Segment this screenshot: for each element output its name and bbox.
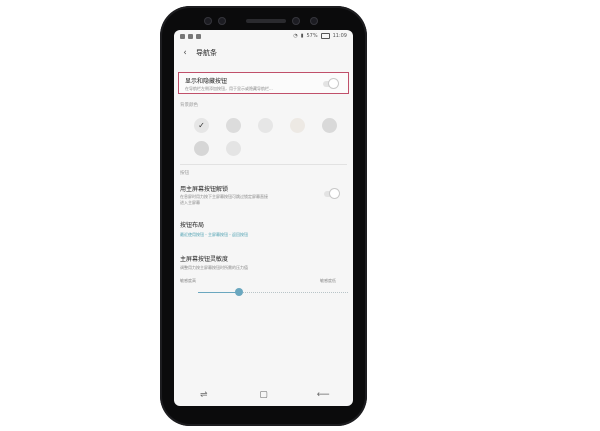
color-swatch[interactable] bbox=[226, 141, 241, 156]
toggle-knob bbox=[329, 79, 338, 88]
whatsapp-icon bbox=[180, 33, 185, 39]
iris-scanner-icon bbox=[310, 17, 318, 25]
image-icon bbox=[196, 33, 201, 39]
color-swatch[interactable] bbox=[322, 118, 337, 133]
section-divider bbox=[180, 164, 347, 165]
color-swatch[interactable] bbox=[258, 118, 273, 133]
sensor-icon bbox=[204, 17, 212, 25]
page-title: 导航条 bbox=[196, 49, 217, 57]
unlock-with-home-title: 用主屏幕按钮解锁 bbox=[180, 186, 229, 193]
phone-frame: ◔ ▮ 57% 11:09 ‹ 导航条 显示和隐藏按钮 在导航栏左侧添加按钮，用… bbox=[160, 6, 367, 426]
app-bar: ‹ 导航条 bbox=[174, 44, 353, 62]
phone-screen: ◔ ▮ 57% 11:09 ‹ 导航条 显示和隐藏按钮 在导航栏左侧添加按钮，用… bbox=[174, 30, 353, 406]
buttons-section-label: 按钮 bbox=[180, 171, 189, 176]
home-icon[interactable]: ▢ bbox=[253, 390, 273, 400]
sensitivity-slider-fill bbox=[198, 292, 239, 293]
front-camera-icon bbox=[292, 17, 300, 25]
button-layout-title: 按钮布局 bbox=[180, 222, 205, 229]
show-hide-buttons-title: 显示和隐藏按钮 bbox=[185, 78, 228, 85]
sensitivity-max-label: 敏感度低 bbox=[320, 278, 336, 283]
show-hide-buttons-subtitle: 在导航栏左侧添加按钮，用于显示或隐藏导航栏... bbox=[185, 86, 273, 91]
unlock-with-home-toggle[interactable] bbox=[324, 189, 339, 198]
sensitivity-min-label: 敏感度高 bbox=[180, 278, 196, 283]
navigation-bar: ⇌ ▢ ⟵ bbox=[174, 386, 353, 404]
recent-apps-icon[interactable]: ⇌ bbox=[194, 390, 214, 400]
wifi-icon: ◔ bbox=[293, 33, 298, 39]
signal-icon: ▮ bbox=[300, 33, 304, 39]
home-sensitivity-subtitle: 调整用力按主屏幕按钮时所需的压力值 bbox=[180, 265, 248, 270]
color-swatch[interactable] bbox=[290, 118, 305, 133]
back-arrow-icon[interactable]: ‹ bbox=[178, 48, 192, 58]
status-bar: ◔ ▮ 57% 11:09 bbox=[174, 30, 353, 42]
show-hide-buttons-toggle[interactable] bbox=[323, 79, 338, 88]
color-swatch[interactable] bbox=[194, 141, 209, 156]
home-sensitivity-title: 主屏幕按钮灵敏度 bbox=[180, 256, 229, 263]
toggle-knob bbox=[330, 189, 339, 198]
battery-percent: 57% bbox=[306, 33, 318, 39]
mail-icon bbox=[188, 33, 193, 39]
back-icon[interactable]: ⟵ bbox=[313, 390, 333, 400]
sensor-icon bbox=[218, 17, 226, 25]
earpiece-speaker bbox=[246, 19, 286, 23]
background-color-label: 背景颜色 bbox=[180, 103, 198, 108]
button-layout-subtitle: 最近使用按钮 - 主屏幕按钮 - 返回按钮 bbox=[180, 232, 248, 237]
unlock-with-home-subtitle-2: 进入主屏幕 bbox=[180, 200, 200, 205]
show-hide-buttons-row[interactable]: 显示和隐藏按钮 在导航栏左侧添加按钮，用于显示或隐藏导航栏... bbox=[178, 72, 349, 94]
battery-icon bbox=[320, 33, 330, 39]
clock: 11:09 bbox=[332, 33, 347, 39]
color-swatch[interactable] bbox=[226, 118, 241, 133]
color-swatch-selected[interactable]: ✓ bbox=[194, 118, 209, 133]
sensitivity-slider-handle[interactable] bbox=[234, 288, 243, 296]
checkmark-icon: ✓ bbox=[198, 121, 205, 130]
